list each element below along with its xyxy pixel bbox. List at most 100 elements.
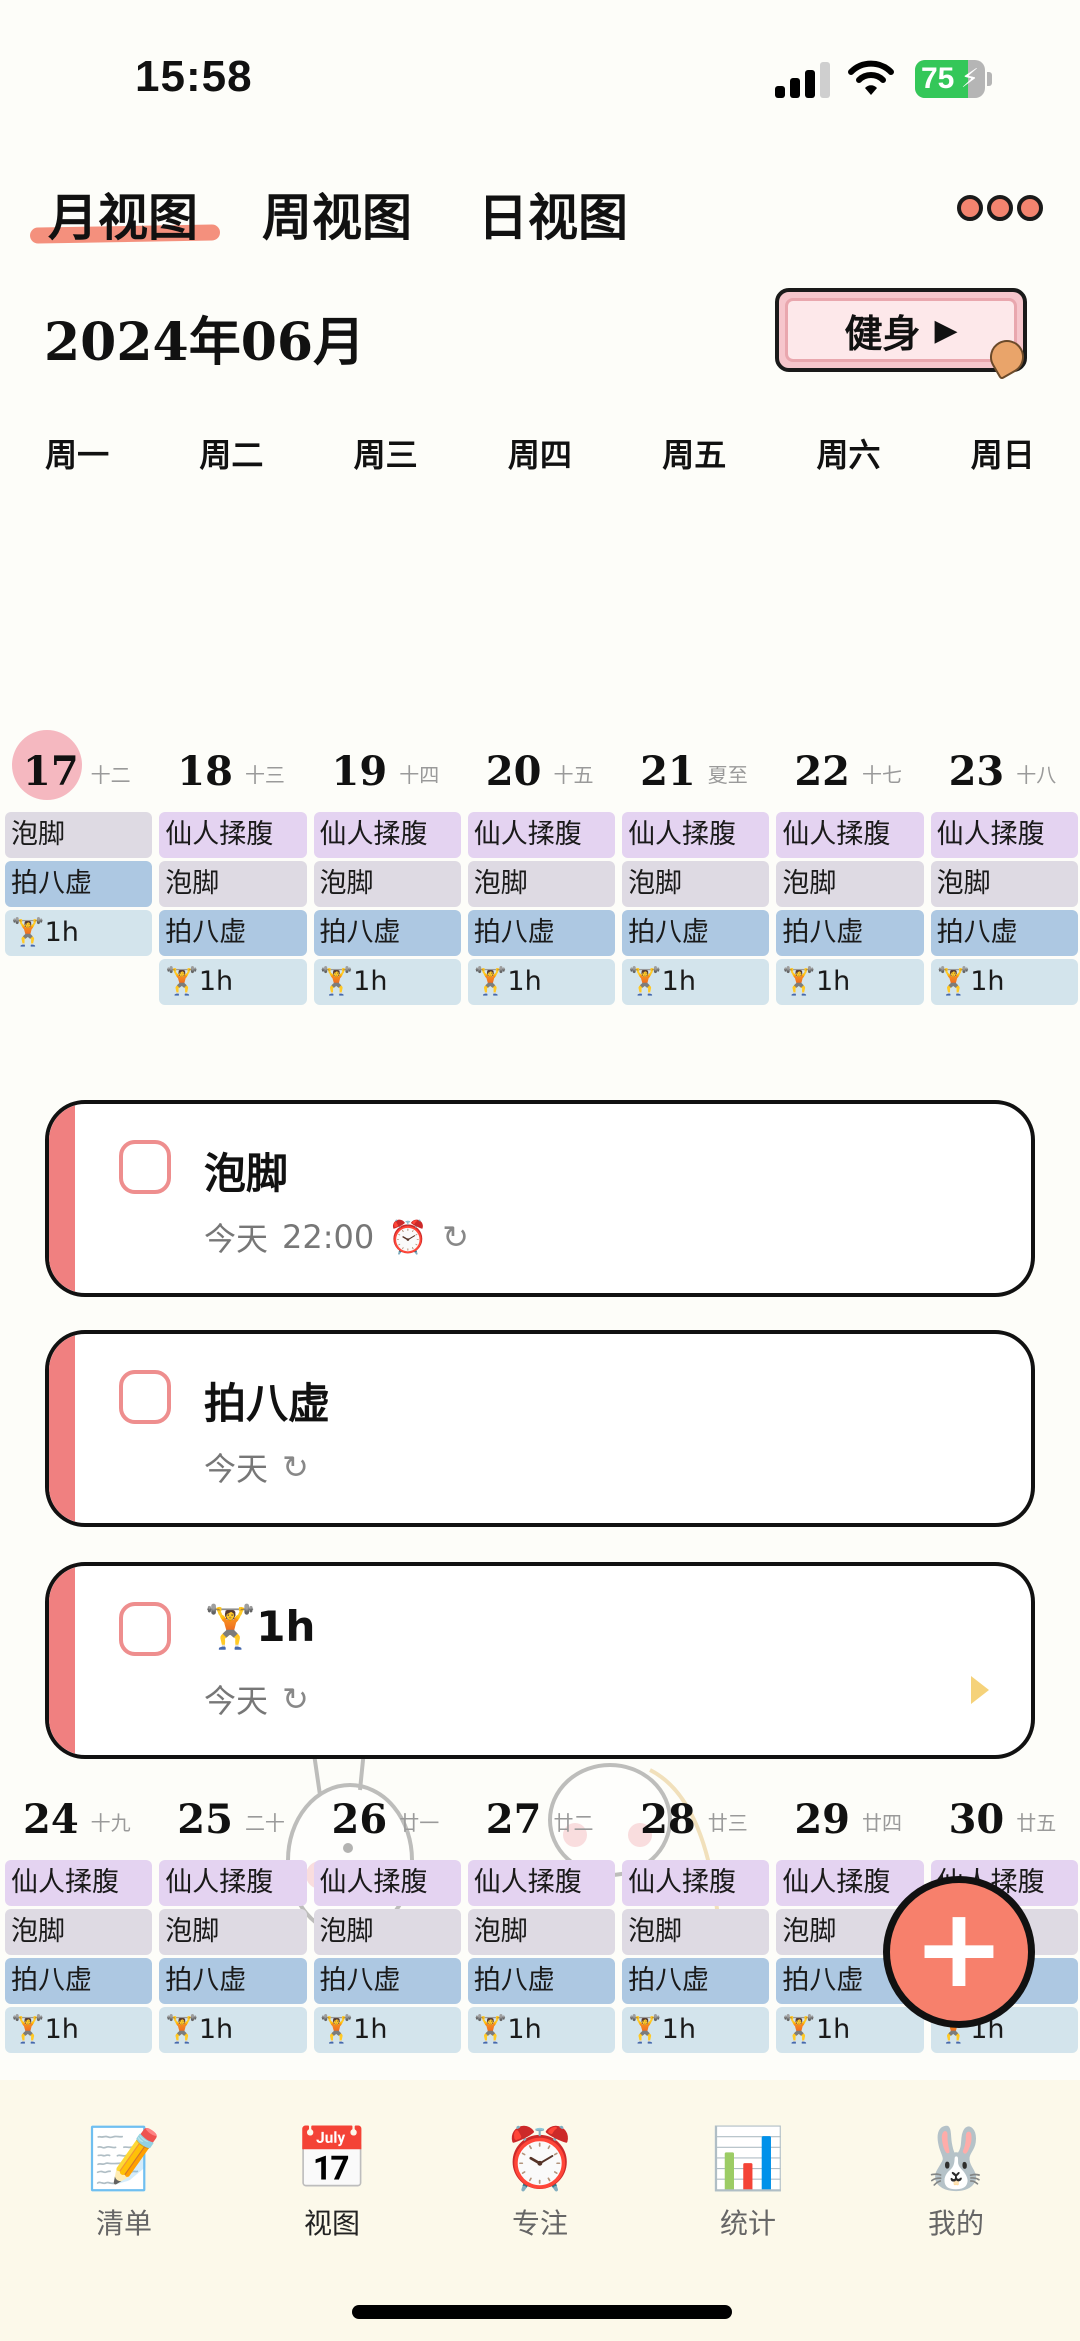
add-task-button[interactable]: + bbox=[883, 1876, 1035, 2028]
event-chip[interactable]: 仙人揉腹 bbox=[776, 812, 924, 858]
more-options-button[interactable] bbox=[957, 195, 1043, 223]
event-chip[interactable]: 🏋1h bbox=[930, 959, 1078, 1005]
task-checkbox[interactable] bbox=[119, 1602, 171, 1656]
event-chip[interactable]: 仙人揉腹 bbox=[5, 1860, 153, 1906]
calendar-day[interactable]: 18 十三 仙人揉腹 泡脚 拍八虚 🏋1h bbox=[154, 740, 308, 1005]
alarm-clock-icon: ⏰ bbox=[502, 2123, 578, 2194]
month-title[interactable]: 2024年06月 bbox=[44, 300, 365, 375]
event-chip[interactable]: 仙人揉腹 bbox=[622, 812, 770, 858]
event-chip[interactable]: 泡脚 bbox=[313, 861, 461, 907]
expand-arrow-icon[interactable] bbox=[971, 1676, 989, 1704]
weekday-label: 周五 bbox=[662, 436, 727, 474]
event-chip[interactable]: 仙人揉腹 bbox=[467, 812, 616, 858]
event-chip[interactable]: 泡脚 bbox=[930, 861, 1078, 907]
nav-item-list[interactable]: 📝 清单 bbox=[54, 2120, 194, 2242]
nav-item-focus[interactable]: ⏰ 专注 bbox=[470, 2120, 610, 2242]
task-date: 今天 bbox=[204, 1220, 269, 1258]
tab-week-view[interactable]: 周视图 bbox=[262, 178, 412, 250]
event-chip[interactable]: 🏋1h bbox=[5, 2007, 153, 2053]
date-number: 30 bbox=[948, 1796, 1005, 1843]
event-chip[interactable]: 拍八虚 bbox=[159, 910, 307, 956]
event-chip[interactable]: 泡脚 bbox=[159, 1909, 307, 1955]
calendar-day[interactable]: 21 夏至 仙人揉腹 泡脚 拍八虚 🏋1h bbox=[617, 740, 771, 1005]
nav-label: 专注 bbox=[511, 2207, 568, 2240]
calendar-day[interactable]: 19 十四 仙人揉腹 泡脚 拍八虚 🏋1h bbox=[309, 740, 463, 1005]
event-chip[interactable]: 拍八虚 bbox=[5, 861, 153, 907]
nav-label: 统计 bbox=[719, 2207, 776, 2240]
event-chip[interactable]: 拍八虚 bbox=[467, 1958, 616, 2004]
task-checkbox[interactable] bbox=[119, 1140, 171, 1194]
calendar-day[interactable]: 20 十五 仙人揉腹 泡脚 拍八虚 🏋1h bbox=[463, 740, 617, 1005]
event-chip[interactable]: 泡脚 bbox=[159, 861, 307, 907]
charging-bolt-icon: ⚡ bbox=[960, 64, 979, 94]
lunar-date: 廿三 bbox=[707, 1811, 748, 1835]
tab-day-view[interactable]: 日视图 bbox=[478, 178, 628, 250]
task-checkbox[interactable] bbox=[119, 1370, 171, 1424]
nav-item-stats[interactable]: 📊 统计 bbox=[678, 2120, 818, 2242]
tab-month-view[interactable]: 月视图 bbox=[48, 178, 198, 250]
event-chip[interactable]: 仙人揉腹 bbox=[776, 1860, 924, 1906]
event-chip[interactable]: 拍八虚 bbox=[930, 910, 1078, 956]
event-chip[interactable]: 拍八虚 bbox=[5, 1958, 153, 2004]
event-chip[interactable]: 拍八虚 bbox=[467, 910, 616, 956]
calendar-icon: 📅 bbox=[294, 2123, 370, 2194]
event-chip[interactable]: 泡脚 bbox=[467, 1909, 616, 1955]
lunar-date: 十七 bbox=[862, 763, 902, 787]
nav-item-view[interactable]: 📅 视图 bbox=[262, 2120, 402, 2242]
calendar-day[interactable]: 28 廿三 仙人揉腹 泡脚 拍八虚 🏋1h bbox=[617, 1788, 771, 2053]
event-chip[interactable]: 🏋1h bbox=[467, 959, 616, 1005]
event-chip[interactable]: 拍八虚 bbox=[159, 1958, 307, 2004]
home-indicator[interactable] bbox=[352, 2305, 732, 2319]
event-chip[interactable]: 泡脚 bbox=[5, 1909, 153, 1955]
task-card[interactable]: 拍八虚 今天 ↻ bbox=[45, 1330, 1035, 1527]
event-chip[interactable]: 🏋1h bbox=[776, 959, 924, 1005]
event-chip[interactable]: 🏋1h bbox=[622, 2007, 770, 2053]
event-chip[interactable]: 泡脚 bbox=[776, 861, 924, 907]
calendar-day[interactable]: 24 十九 仙人揉腹 泡脚 拍八虚 🏋1h bbox=[0, 1788, 154, 2053]
nav-label: 清单 bbox=[95, 2207, 152, 2240]
event-chip[interactable]: 仙人揉腹 bbox=[622, 1860, 770, 1906]
event-chip[interactable]: 拍八虚 bbox=[622, 910, 770, 956]
calendar-day[interactable]: 25 二十 仙人揉腹 泡脚 拍八虚 🏋1h bbox=[154, 1788, 308, 2053]
event-chip[interactable]: 🏋1h bbox=[313, 2007, 461, 2053]
event-chip[interactable]: 仙人揉腹 bbox=[313, 1860, 461, 1906]
event-chip[interactable]: 🏋1h bbox=[159, 959, 307, 1005]
event-chip[interactable]: 泡脚 bbox=[5, 812, 153, 858]
date-number: 24 bbox=[23, 1796, 79, 1843]
calendar-day[interactable]: 23 十八 仙人揉腹 泡脚 拍八虚 🏋1h bbox=[926, 740, 1080, 1005]
event-chip[interactable]: 仙人揉腹 bbox=[930, 812, 1078, 858]
event-chip[interactable]: 🏋1h bbox=[776, 2007, 924, 2053]
weekday-label: 周三 bbox=[353, 436, 418, 474]
event-chip[interactable]: 拍八虚 bbox=[313, 1958, 461, 2004]
bunny-avatar-icon: 🐰 bbox=[918, 2123, 994, 2194]
event-chip[interactable]: 仙人揉腹 bbox=[159, 812, 307, 858]
event-chip[interactable]: 泡脚 bbox=[622, 1909, 770, 1955]
calendar-day[interactable]: 22 十七 仙人揉腹 泡脚 拍八虚 🏋1h bbox=[771, 740, 925, 1005]
date-number: 27 bbox=[485, 1796, 542, 1843]
event-chip[interactable]: 🏋1h bbox=[467, 2007, 616, 2053]
calendar-day[interactable]: 27 廿二 仙人揉腹 泡脚 拍八虚 🏋1h bbox=[463, 1788, 617, 2053]
event-chip[interactable]: 仙人揉腹 bbox=[313, 812, 461, 858]
event-chip[interactable]: 🏋1h bbox=[159, 2007, 307, 2053]
task-card[interactable]: 泡脚 今天 22:00 ⏰ ↻ bbox=[45, 1100, 1035, 1297]
task-card[interactable]: 🏋1h 今天 ↻ bbox=[45, 1562, 1035, 1759]
event-chip[interactable]: 🏋1h bbox=[313, 959, 461, 1005]
event-chip[interactable]: 泡脚 bbox=[622, 861, 770, 907]
event-chip[interactable]: 泡脚 bbox=[313, 1909, 461, 1955]
nav-item-profile[interactable]: 🐰 我的 bbox=[886, 2120, 1026, 2242]
event-chip[interactable]: 泡脚 bbox=[467, 861, 616, 907]
event-chip[interactable]: 仙人揉腹 bbox=[467, 1860, 616, 1906]
event-chip[interactable]: 🏋1h bbox=[622, 959, 770, 1005]
more-dot-icon bbox=[957, 195, 983, 221]
event-chip[interactable]: 仙人揉腹 bbox=[159, 1860, 307, 1906]
date-number: 26 bbox=[331, 1796, 388, 1843]
task-title: 🏋1h bbox=[204, 1602, 316, 1651]
event-chip[interactable]: 拍八虚 bbox=[776, 910, 924, 956]
event-chip[interactable]: 🏋1h bbox=[5, 910, 153, 956]
more-dot-icon bbox=[1017, 195, 1043, 221]
event-chip[interactable]: 拍八虚 bbox=[622, 1958, 770, 2004]
task-time: 22:00 bbox=[282, 1218, 375, 1256]
calendar-day[interactable]: 17 十二 泡脚 拍八虚 🏋1h bbox=[0, 730, 154, 1005]
event-chip[interactable]: 拍八虚 bbox=[313, 910, 461, 956]
calendar-day[interactable]: 26 廿一 仙人揉腹 泡脚 拍八虚 🏋1h bbox=[309, 1788, 463, 2053]
